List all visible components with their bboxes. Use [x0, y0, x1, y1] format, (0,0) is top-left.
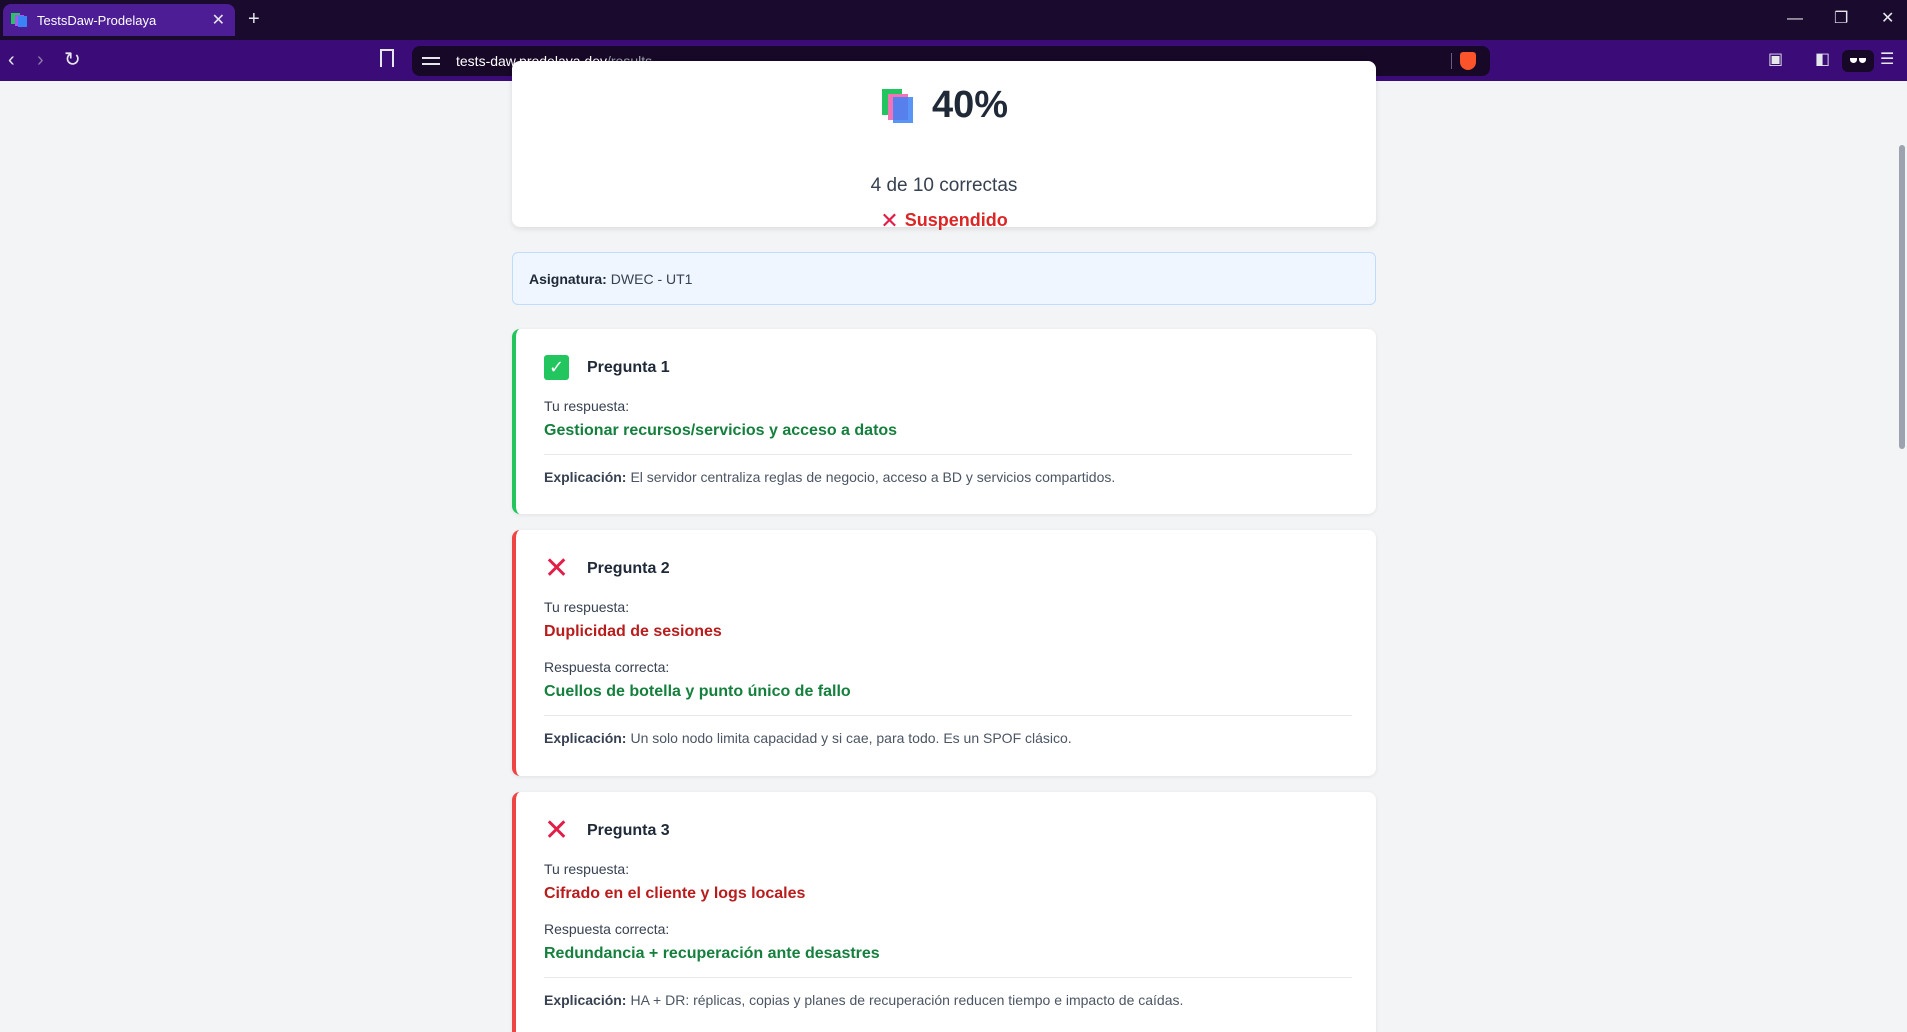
browser-tab[interactable]: TestsDaw-Prodelaya ✕: [3, 4, 235, 36]
tab-close-icon[interactable]: ✕: [212, 10, 225, 30]
explanation-label: Explicación:: [544, 992, 627, 1008]
divider: [544, 454, 1352, 455]
your-answer: Gestionar recursos/servicios y acceso a …: [544, 422, 898, 439]
back-button[interactable]: ‹: [8, 48, 15, 72]
question-card: ✕ Pregunta 3 Tu respuesta: Cifrado en el…: [512, 792, 1376, 1032]
browser-tab-bar: TestsDaw-Prodelaya ✕ + — ❐ ✕: [0, 0, 1907, 40]
explanation-text: El servidor centraliza reglas de negocio…: [630, 469, 1116, 485]
question-title: Pregunta 1: [587, 358, 670, 376]
score-summary: 4 de 10 correctas: [870, 175, 1018, 196]
score-card: 40% 4 de 10 correctas ✕ Suspendido: [512, 61, 1376, 231]
reload-button[interactable]: ↻: [64, 48, 81, 72]
your-answer: Duplicidad de sesiones: [544, 623, 722, 640]
forward-button[interactable]: ›: [37, 48, 44, 72]
books-icon: [880, 88, 916, 123]
tab-title: TestsDaw-Prodelaya: [37, 12, 157, 28]
divider: [544, 977, 1352, 978]
question-title: Pregunta 3: [587, 821, 670, 839]
explanation-label: Explicación:: [544, 730, 627, 746]
url-divider: [1451, 53, 1452, 69]
your-answer-label: Tu respuesta:: [544, 398, 630, 414]
explanation-text: Un solo nodo limita capacidad y si cae, …: [630, 730, 1072, 746]
correct-answer: Redundancia + recuperación ante desastre…: [544, 945, 880, 962]
your-answer: Cifrado en el cliente y logs locales: [544, 885, 806, 902]
fail-cross-icon: ✕: [880, 207, 899, 233]
subject-value: DWEC - UT1: [610, 270, 693, 287]
question-card: ✓ Pregunta 1 Tu respuesta: Gestionar rec…: [512, 329, 1376, 514]
explanation: Explicación: Un solo nodo limita capacida…: [544, 730, 1352, 746]
check-icon: ✓: [544, 355, 569, 380]
correct-answer: Cuellos de botella y punto único de fall…: [544, 683, 851, 700]
status-text: Suspendido: [904, 210, 1008, 230]
sidebar-icon[interactable]: ◧: [1815, 50, 1830, 70]
books-favicon-icon: [11, 13, 27, 27]
score-row: 40%: [512, 84, 1376, 127]
new-tab-button[interactable]: +: [248, 8, 260, 30]
explanation: Explicación: HA + DR: réplicas, copias y …: [544, 992, 1352, 1008]
private-window-icon[interactable]: [1842, 50, 1874, 72]
cross-icon: ✕: [543, 552, 570, 585]
bookmark-icon[interactable]: [380, 49, 394, 67]
explanation-label: Explicación:: [544, 469, 627, 485]
status-badge: ✕ Suspendido: [512, 207, 1376, 233]
brave-shield-icon[interactable]: [1460, 52, 1476, 70]
correct-answer-label: Respuesta correcta:: [544, 659, 670, 675]
correct-answer-label: Respuesta correcta:: [544, 921, 670, 937]
site-settings-icon[interactable]: [422, 54, 440, 68]
restore-button[interactable]: ❐: [1834, 8, 1848, 30]
subject-label: Asignatura:: [529, 270, 607, 287]
your-answer-label: Tu respuesta:: [544, 861, 630, 877]
divider: [544, 715, 1352, 716]
wallet-icon[interactable]: ▣: [1768, 50, 1783, 70]
your-answer-label: Tu respuesta:: [544, 599, 630, 615]
question-title: Pregunta 2: [587, 559, 670, 577]
question-card: ✕ Pregunta 2 Tu respuesta: Duplicidad de…: [512, 530, 1376, 776]
explanation: Explicación: El servidor centraliza regla…: [544, 469, 1352, 485]
menu-icon[interactable]: ☰: [1880, 50, 1894, 70]
explanation-text: HA + DR: réplicas, copias y planes de re…: [630, 992, 1184, 1008]
close-window-button[interactable]: ✕: [1881, 8, 1894, 30]
score-percent: 40%: [931, 84, 1009, 126]
cross-icon: ✕: [543, 814, 570, 847]
scrollbar-thumb[interactable]: [1899, 145, 1905, 449]
subject-box: Asignatura: DWEC - UT1: [512, 252, 1376, 305]
minimize-button[interactable]: —: [1787, 8, 1803, 30]
